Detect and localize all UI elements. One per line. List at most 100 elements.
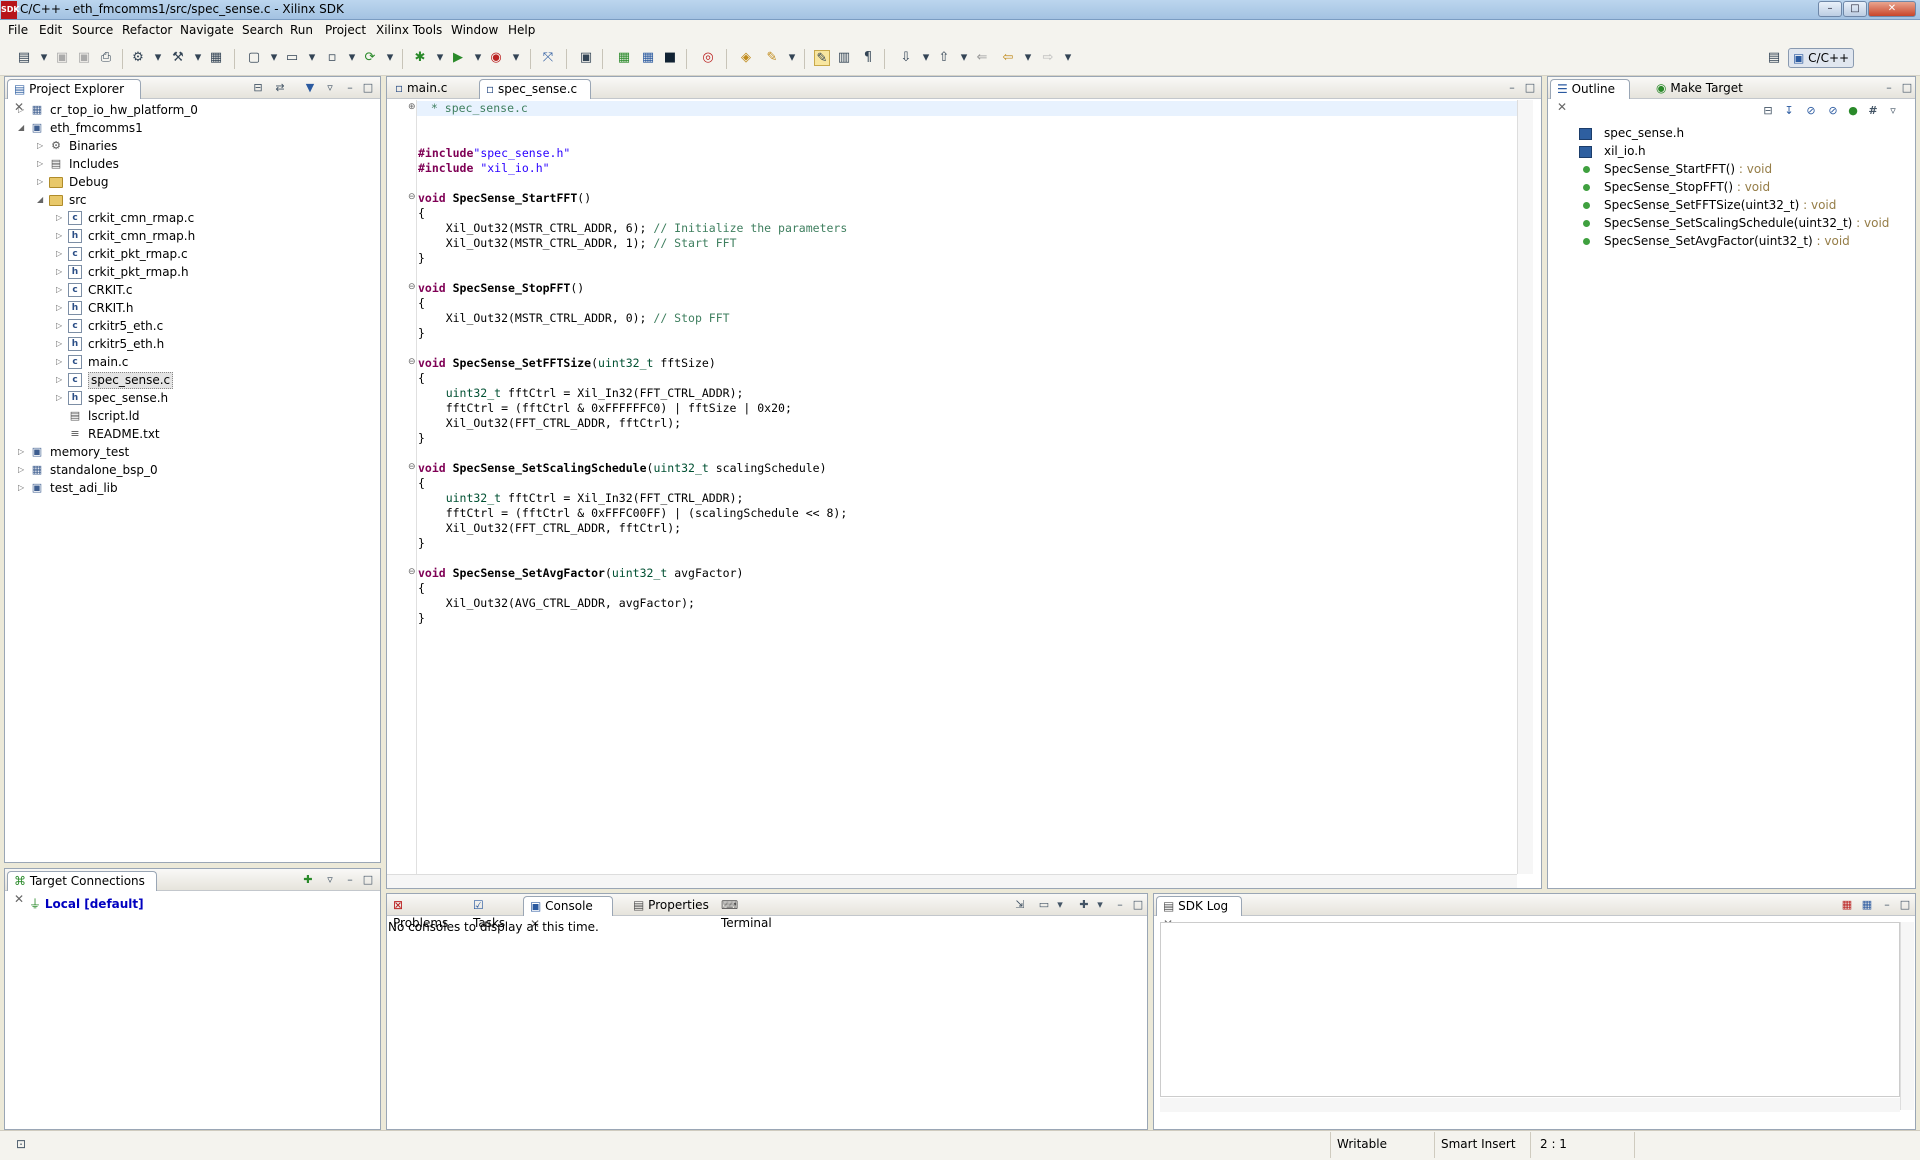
collapse-all-icon[interactable]: ⊟ bbox=[251, 81, 265, 95]
tab-sdk-log[interactable]: ▤ SDK Log ✕ bbox=[1156, 896, 1242, 931]
tree-item-crkit-pkt-rmap-h[interactable]: ▷ h crkit_pkt_rmap.h bbox=[4, 263, 380, 281]
maximize-icon[interactable]: □ bbox=[1900, 81, 1914, 95]
tree-item-test-adi-lib[interactable]: ▷ ▣ test_adi_lib bbox=[4, 479, 380, 497]
chevron-down-icon[interactable]: ▾ bbox=[508, 50, 524, 66]
hide-nonpublic-icon[interactable]: ● bbox=[1846, 104, 1860, 118]
view-menu-icon[interactable]: ▿ bbox=[323, 873, 337, 887]
tree-item-spec-sense-c[interactable]: ▷ c spec_sense.c bbox=[4, 371, 380, 389]
expand-arrow-icon[interactable]: ▷ bbox=[18, 479, 28, 497]
program-fpga-icon[interactable]: ▦ bbox=[208, 50, 224, 66]
hide-defines-icon[interactable]: # bbox=[1866, 104, 1880, 118]
maximize-icon[interactable]: □ bbox=[1523, 81, 1537, 95]
menu-search[interactable]: Search bbox=[242, 23, 283, 37]
expand-arrow-icon[interactable]: ▷ bbox=[56, 299, 66, 317]
tree-item-binaries[interactable]: ▷ ⚙ Binaries bbox=[4, 137, 380, 155]
external-tools-icon[interactable]: ◉ bbox=[488, 50, 504, 66]
tree-item-main-c[interactable]: ▷ c main.c bbox=[4, 353, 380, 371]
save-all-icon[interactable]: ▣ bbox=[76, 50, 92, 66]
chevron-down-icon[interactable]: ▾ bbox=[1060, 50, 1076, 66]
tree-item-crkitr5-eth-c[interactable]: ▷ c crkitr5_eth.c bbox=[4, 317, 380, 335]
tree-item-readme-txt[interactable]: ≡ README.txt bbox=[4, 425, 380, 443]
tab-outline[interactable]: ☰ Outline ✕ bbox=[1550, 79, 1630, 114]
expand-arrow-icon[interactable]: ▷ bbox=[37, 173, 47, 191]
minimize-icon[interactable]: – bbox=[1505, 81, 1519, 95]
menu-project[interactable]: Project bbox=[325, 23, 366, 37]
chevron-down-icon[interactable]: ▾ bbox=[304, 50, 320, 66]
hide-static-icon[interactable]: ⊘ bbox=[1826, 104, 1840, 118]
expand-arrow-icon[interactable]: ▷ bbox=[56, 353, 66, 371]
build-configs-icon[interactable]: ⚙ bbox=[130, 50, 146, 66]
filter-icon[interactable]: ▼ bbox=[303, 81, 317, 95]
expand-arrow-icon[interactable]: ▷ bbox=[56, 389, 66, 407]
link-editor-icon[interactable]: ⇄ bbox=[273, 81, 287, 95]
outline-item[interactable]: SpecSense_StartFFT() : void bbox=[1604, 160, 1772, 178]
fold-collapse-icon[interactable]: ⊖ bbox=[408, 192, 416, 202]
tab-make-target[interactable]: ◉ Make Target bbox=[1650, 79, 1760, 99]
close-button[interactable]: ✕ bbox=[1868, 1, 1916, 17]
close-icon[interactable]: ✕ bbox=[14, 892, 24, 906]
mark-occurrences-icon[interactable]: ✎ bbox=[814, 50, 830, 66]
collapse-arrow-icon[interactable]: ◢ bbox=[37, 191, 47, 209]
expand-arrow-icon[interactable]: ▷ bbox=[56, 371, 66, 389]
expand-arrow-icon[interactable]: ▷ bbox=[56, 281, 66, 299]
outline-item[interactable]: SpecSense_SetAvgFactor(uint32_t) : void bbox=[1604, 232, 1850, 250]
tab-console[interactable]: ▣ Console ✕ bbox=[523, 896, 613, 931]
expand-arrow-icon[interactable]: ▷ bbox=[37, 155, 47, 173]
minimize-icon[interactable]: – bbox=[343, 873, 357, 887]
last-edit-icon[interactable]: ⇐ bbox=[974, 50, 990, 66]
open-perspective-icon[interactable]: ▤ bbox=[1766, 50, 1782, 66]
tree-item-eth-fmcomms1[interactable]: ◢ ▣ eth_fmcomms1 bbox=[4, 119, 380, 137]
log-vertical-scrollbar[interactable] bbox=[1900, 922, 1914, 1110]
block-selection-icon[interactable]: ▥ bbox=[836, 50, 852, 66]
menu-help[interactable]: Help bbox=[508, 23, 535, 37]
sort-icon[interactable]: ↧ bbox=[1782, 104, 1796, 118]
expand-arrow-icon[interactable]: ▷ bbox=[18, 443, 28, 461]
menu-source[interactable]: Source bbox=[72, 23, 113, 37]
search-icon[interactable]: ✎ bbox=[764, 50, 780, 66]
tree-item-crkit-c[interactable]: ▷ c CRKIT.c bbox=[4, 281, 380, 299]
new-folder-icon[interactable]: ▭ bbox=[284, 50, 300, 66]
expand-arrow-icon[interactable]: ▷ bbox=[37, 137, 47, 155]
display-console-icon[interactable]: ▭ bbox=[1037, 898, 1051, 912]
back-icon[interactable]: ⇦ bbox=[1000, 50, 1016, 66]
menu-xilinx-tools[interactable]: Xilinx Tools bbox=[376, 23, 442, 37]
expand-arrow-icon[interactable]: ▷ bbox=[56, 227, 66, 245]
chevron-down-icon[interactable]: ▾ bbox=[382, 50, 398, 66]
tab-problems[interactable]: ⊠ Problems bbox=[387, 896, 467, 930]
fold-collapse-icon[interactable]: ⊖ bbox=[408, 462, 416, 472]
view-menu-icon[interactable]: ▿ bbox=[1886, 104, 1900, 118]
expand-arrow-icon[interactable]: ▷ bbox=[56, 209, 66, 227]
hardware-icon[interactable]: ▦ bbox=[616, 50, 632, 66]
chevron-down-icon[interactable]: ▾ bbox=[36, 50, 52, 66]
tree-item-crkit-h[interactable]: ▷ h CRKIT.h bbox=[4, 299, 380, 317]
xmd-console-icon[interactable]: ■ bbox=[662, 50, 678, 66]
chevron-down-icon[interactable]: ▾ bbox=[1020, 50, 1036, 66]
export-log-icon[interactable]: ▦ bbox=[1860, 898, 1874, 912]
menu-run[interactable]: Run bbox=[290, 23, 313, 37]
outline-item[interactable]: xil_io.h bbox=[1604, 142, 1646, 160]
horizontal-scrollbar[interactable] bbox=[387, 874, 1517, 888]
refresh-icon[interactable]: ⟳ bbox=[362, 50, 378, 66]
menu-navigate[interactable]: Navigate bbox=[180, 23, 234, 37]
menu-refactor[interactable]: Refactor bbox=[122, 23, 172, 37]
fold-collapse-icon[interactable]: ⊖ bbox=[408, 357, 416, 367]
chevron-down-icon[interactable]: ▾ bbox=[470, 50, 486, 66]
fold-collapse-icon[interactable]: ⊖ bbox=[408, 567, 416, 577]
outline-item[interactable]: spec_sense.h bbox=[1604, 124, 1684, 142]
expand-arrow-icon[interactable]: ▷ bbox=[18, 101, 28, 119]
pin-console-icon[interactable]: ⇲ bbox=[1013, 898, 1027, 912]
tree-item-spec-sense-h[interactable]: ▷ h spec_sense.h bbox=[4, 389, 380, 407]
tree-item-src[interactable]: ◢ src bbox=[4, 191, 380, 209]
new-console-icon[interactable]: ✚ bbox=[1077, 898, 1091, 912]
open-type-icon[interactable]: ◈ bbox=[738, 50, 754, 66]
show-whitespace-icon[interactable]: ¶ bbox=[860, 50, 876, 66]
chevron-down-icon[interactable]: ▾ bbox=[956, 50, 972, 66]
perspective-switcher[interactable]: ▣ C/C++ bbox=[1788, 48, 1854, 68]
tab-main-c[interactable]: ▫ main.c bbox=[389, 79, 477, 99]
tab-properties[interactable]: ▤ Properties bbox=[627, 896, 715, 916]
outline-item[interactable]: SpecSense_SetFFTSize(uint32_t) : void bbox=[1604, 196, 1836, 214]
chevron-down-icon[interactable]: ▾ bbox=[1053, 898, 1067, 912]
tree-item-lscript-ld[interactable]: ▤ lscript.ld bbox=[4, 407, 380, 425]
new-c-project-icon[interactable]: ▢ bbox=[246, 50, 262, 66]
tab-spec-sense-c[interactable]: ▫ spec_sense.c ✕ bbox=[479, 79, 591, 114]
